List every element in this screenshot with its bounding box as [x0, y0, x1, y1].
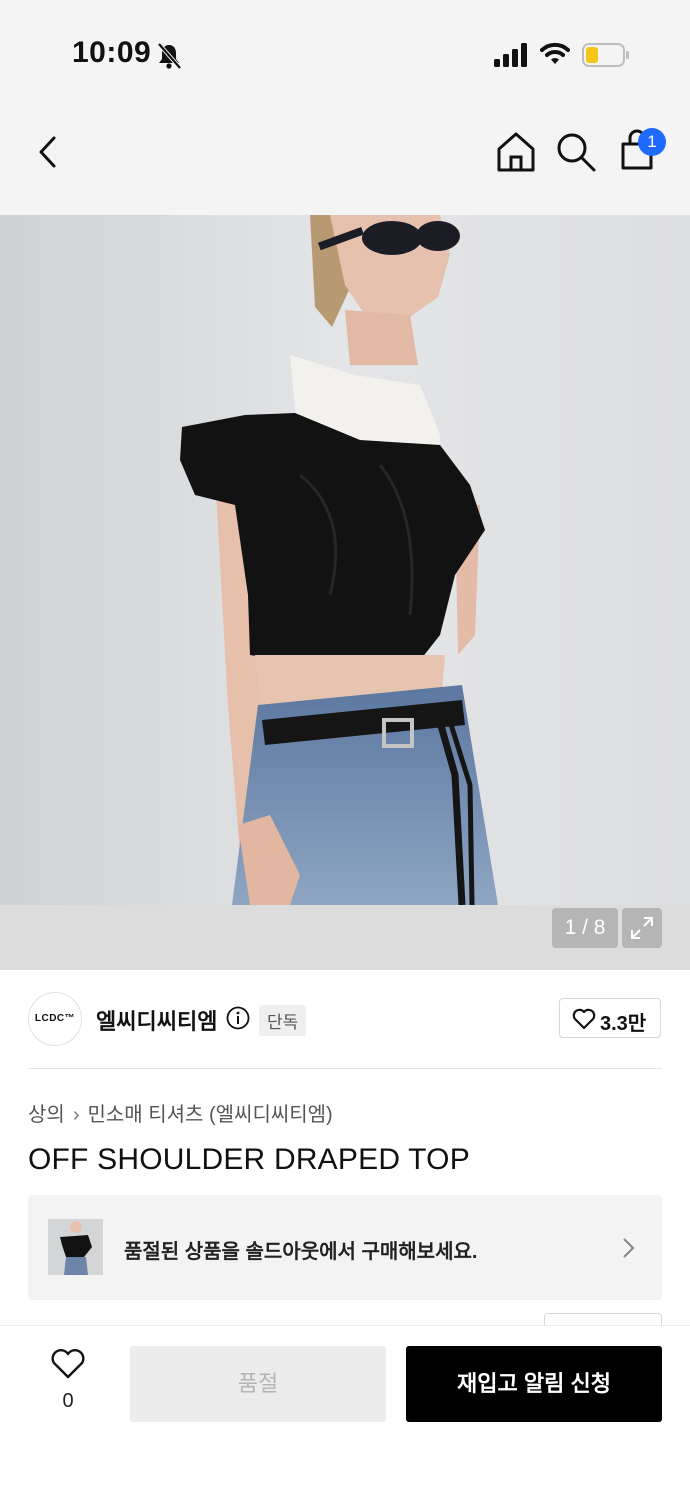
chevron-right-icon: › [72, 1104, 80, 1126]
status-time: 10:09 [72, 36, 152, 69]
brand-row: LCDC™ 엘씨디씨티엠 단독 3.3만 [28, 992, 662, 1048]
expand-image-button[interactable] [622, 908, 662, 948]
chevron-right-icon [623, 1238, 635, 1258]
search-icon[interactable] [554, 130, 598, 174]
brand-logo[interactable]: LCDC™ [28, 992, 82, 1046]
soldout-banner[interactable]: 품절된 상품을 솔드아웃에서 구매해보세요. [28, 1195, 662, 1300]
soldout-button[interactable]: 품절 [130, 1346, 386, 1422]
breadcrumb-subcategory[interactable]: 민소매 티셔츠 (엘씨디씨티엠) [87, 1104, 332, 1126]
wishlist-button[interactable]: 0 [46, 1348, 90, 1418]
banner-thumbnail [48, 1219, 103, 1275]
brand-name[interactable]: 엘씨디씨티엠 [96, 1004, 217, 1036]
heart-icon [572, 1008, 596, 1030]
bell-muted-icon [157, 42, 182, 70]
product-title: OFF SHOULDER DRAPED TOP [28, 1143, 470, 1176]
info-icon[interactable] [226, 1006, 250, 1030]
back-button[interactable] [26, 130, 70, 174]
home-icon[interactable] [494, 130, 538, 174]
wifi-icon [540, 42, 570, 64]
bottom-action-bar: 0 품절 재입고 알림 신청 [0, 1325, 690, 1501]
divider [28, 1068, 662, 1069]
top-nav-bar: 1 [0, 100, 690, 215]
breadcrumb: 상의 › 민소매 티셔츠 (엘씨디씨티엠) [28, 1098, 333, 1127]
signal-icon [494, 43, 527, 67]
battery-icon [582, 43, 629, 67]
banner-text: 품절된 상품을 솔드아웃에서 구매해보세요. [124, 1241, 478, 1263]
product-photo [0, 215, 690, 905]
expand-icon [631, 917, 653, 939]
exclusive-badge: 단독 [259, 1005, 307, 1036]
restock-alert-button[interactable]: 재입고 알림 신청 [406, 1346, 662, 1422]
product-image-gallery[interactable]: 1 / 8 [0, 215, 690, 970]
cart-count-badge: 1 [638, 128, 666, 156]
brand-like-button[interactable]: 3.3만 [559, 998, 661, 1038]
cart-button[interactable]: 1 [616, 126, 666, 174]
heart-icon [51, 1349, 85, 1379]
status-bar: 10:09 [0, 0, 690, 100]
breadcrumb-category[interactable]: 상의 [28, 1104, 65, 1126]
brand-like-count: 3.3만 [600, 1013, 647, 1035]
wishlist-count: 0 [62, 1390, 74, 1412]
image-counter: 1 / 8 [552, 908, 618, 948]
